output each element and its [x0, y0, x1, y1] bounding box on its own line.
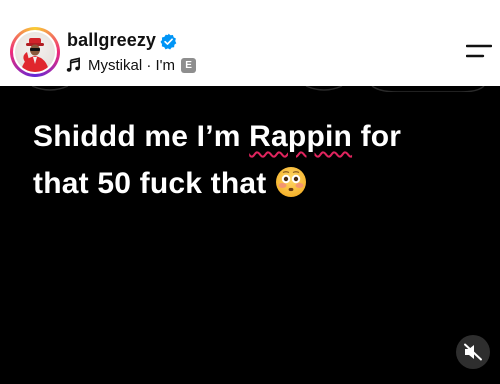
audio-label: Mystikal · I'm	[88, 56, 176, 74]
speaker-muted-icon	[464, 343, 482, 361]
verified-badge-icon	[160, 33, 177, 50]
audio-track[interactable]: Mystikal · I'm E	[66, 55, 197, 75]
explicit-badge: E	[181, 57, 197, 73]
music-note-icon	[66, 57, 80, 72]
caption-text: that 50 fuck that	[33, 167, 267, 200]
story-ring[interactable]	[10, 27, 60, 77]
post-header: ballgreezy Mystikal · I'm E	[0, 0, 500, 86]
mute-button[interactable]	[456, 335, 490, 369]
caption-text: Shiddd me I’m	[33, 120, 241, 153]
caption-text: for	[360, 120, 402, 153]
username[interactable]: ballgreezy	[67, 30, 156, 51]
avatar[interactable]	[15, 32, 55, 72]
menu-icon[interactable]	[466, 44, 492, 58]
partial-overlay-controls	[31, 86, 485, 92]
caption-misspelled-word: Rappin	[249, 120, 353, 153]
flushed-face-emoji	[276, 167, 306, 197]
video-caption: Shiddd me I’m Rappin for that 50 fuck th…	[33, 113, 473, 207]
